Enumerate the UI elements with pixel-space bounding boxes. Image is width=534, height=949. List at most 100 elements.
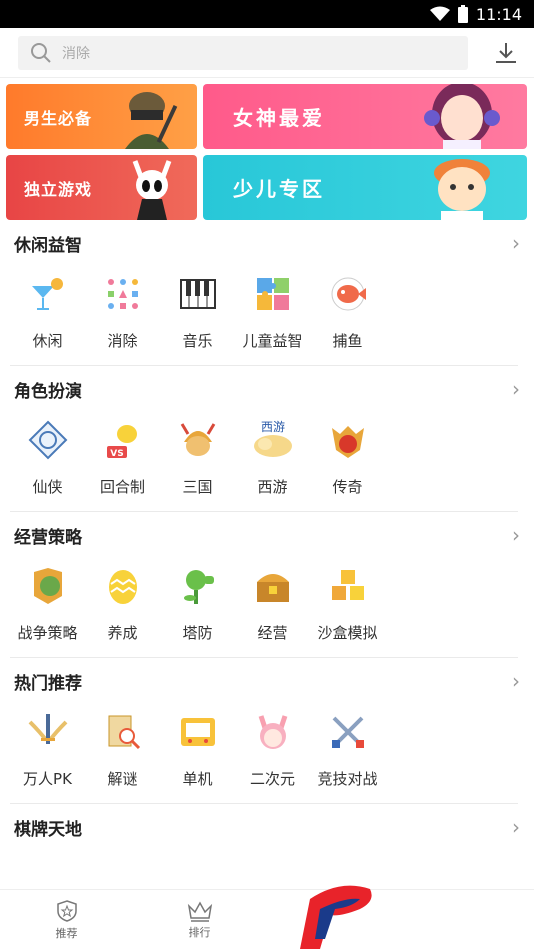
category-item[interactable]: 竞技对战 [310, 704, 385, 803]
banner-grid: 男生必备 女神最爱 独立游戏 少儿专区 [0, 78, 534, 220]
category-item[interactable]: 养成 [85, 558, 160, 657]
tab-label: 推荐 [55, 926, 78, 940]
search-input[interactable]: 消除 [18, 35, 468, 70]
category-item[interactable]: 传奇 [310, 412, 385, 511]
category-label: 儿童益智 [242, 332, 303, 350]
category-label: 养成 [107, 624, 138, 642]
category-item[interactable]: 万人PK [10, 704, 85, 803]
kid-face-icon [434, 159, 490, 220]
section-strategy: 经营策略 › 战争策略 养成 塔防 经营 沙盒模拟 [0, 512, 534, 658]
knight-mask-icon [132, 160, 172, 220]
section-header[interactable]: 休闲益智 › [6, 220, 528, 266]
category-item[interactable]: 解谜 [85, 704, 160, 803]
category-label: 捕鱼 [332, 332, 363, 350]
section-title: 休闲益智 [14, 235, 82, 256]
section-header[interactable]: 热门推荐 › [6, 658, 528, 704]
section-title: 热门推荐 [14, 673, 82, 694]
category-item[interactable]: 二次元 [235, 704, 310, 803]
category-label: 单机 [182, 770, 213, 788]
treasure-chest-icon [256, 574, 289, 602]
category-item[interactable]: 仙侠 [10, 412, 85, 511]
category-label: 经营 [257, 624, 288, 642]
section-rpg: 角色扮演 › 仙侠 VS 回合制 三国 西游 西游 传奇 [0, 366, 534, 512]
download-button[interactable] [468, 41, 518, 65]
demon-mask-icon [331, 426, 364, 458]
match-blocks-icon [107, 279, 138, 309]
category-item[interactable]: 单机 [160, 704, 235, 803]
category-label: 塔防 [182, 624, 213, 642]
tab-recommend[interactable]: 推荐 [0, 890, 133, 949]
chevron-right-icon[interactable]: › [512, 377, 520, 401]
xianxia-emblem-icon [28, 420, 67, 460]
section-header[interactable]: 经营策略 › [6, 512, 528, 558]
category-label: 休闲 [32, 332, 63, 350]
category-label: 仙侠 [32, 478, 63, 496]
svg-text:西游: 西游 [260, 420, 284, 434]
category-item[interactable]: 沙盒模拟 [310, 558, 385, 657]
chevron-right-icon[interactable]: › [512, 815, 520, 839]
section-title: 棋牌天地 [14, 819, 82, 840]
category-label: 消除 [107, 332, 138, 350]
category-label: 音乐 [182, 332, 213, 350]
category-label: 二次元 [249, 770, 295, 788]
shield-star-icon [56, 899, 77, 922]
girl-headphones-icon [424, 84, 500, 149]
general-helmet-icon [180, 423, 215, 456]
sandbox-cubes-icon [331, 570, 364, 600]
search-bar: 消除 [0, 28, 534, 78]
category-item[interactable]: 塔防 [160, 558, 235, 657]
category-label: 三国 [182, 478, 213, 496]
category-item[interactable]: 三国 [160, 412, 235, 511]
wifi-icon [429, 6, 450, 21]
category-item[interactable]: 消除 [85, 266, 160, 365]
bottom-tab-bar: 推荐 排行 [0, 889, 534, 949]
banner-boys[interactable]: 男生必备 [6, 84, 197, 149]
category-label: 传奇 [332, 478, 363, 496]
peashooter-icon [183, 570, 214, 604]
category-item[interactable]: 音乐 [160, 266, 235, 365]
section-hot: 热门推荐 › 万人PK 解谜 单机 二次元 竞技对战 [0, 658, 534, 804]
fish-icon [331, 277, 366, 311]
section-title: 经营策略 [14, 527, 82, 548]
category-row: 万人PK 解谜 单机 二次元 竞技对战 [10, 704, 518, 804]
winged-sword-icon [28, 714, 67, 744]
svg-text:VS: VS [110, 449, 123, 459]
section-header[interactable]: 棋牌天地 › [6, 804, 528, 850]
banner-indie-label: 独立游戏 [24, 179, 93, 199]
game-console-icon [180, 718, 215, 746]
category-item[interactable]: 战争策略 [10, 558, 85, 657]
banner-kids[interactable]: 少儿专区 [203, 155, 527, 220]
search-icon [31, 42, 51, 63]
category-item[interactable]: 儿童益智 [235, 266, 310, 365]
section-header[interactable]: 角色扮演 › [6, 366, 528, 412]
puzzle-icon [256, 278, 289, 310]
egg-icon [108, 570, 137, 604]
chevron-right-icon[interactable]: › [512, 669, 520, 693]
category-item[interactable]: 西游 西游 [235, 412, 310, 511]
soldier-icon [125, 92, 178, 149]
search-placeholder: 消除 [62, 45, 90, 62]
download-icon [496, 42, 516, 63]
category-label: 西游 [257, 478, 288, 496]
status-bar: 11:14 [0, 0, 534, 28]
category-row: 战争策略 养成 塔防 经营 沙盒模拟 [10, 558, 518, 658]
banner-kids-label: 少儿专区 [233, 177, 325, 201]
banner-indie[interactable]: 独立游戏 [6, 155, 197, 220]
chevron-right-icon[interactable]: › [512, 231, 520, 255]
section-title: 角色扮演 [14, 381, 82, 402]
banner-goddess[interactable]: 女神最爱 [203, 84, 527, 149]
chevron-right-icon[interactable]: › [512, 523, 520, 547]
crossed-swords-icon [331, 716, 364, 748]
section-board: 棋牌天地 › [0, 804, 534, 850]
category-row: 仙侠 VS 回合制 三国 西游 西游 传奇 [10, 412, 518, 512]
category-item[interactable]: 休闲 [10, 266, 85, 365]
cocktail-icon [31, 278, 63, 310]
category-label: 战争策略 [17, 624, 78, 642]
scroll-magnifier-icon [108, 715, 140, 750]
tab-ranking[interactable]: 排行 [133, 890, 266, 949]
orc-warrior-icon [33, 568, 62, 604]
category-item[interactable]: VS 回合制 [85, 412, 160, 511]
category-item[interactable]: 捕鱼 [310, 266, 385, 365]
category-item[interactable]: 经营 [235, 558, 310, 657]
banner-goddess-label: 女神最爱 [233, 106, 325, 130]
